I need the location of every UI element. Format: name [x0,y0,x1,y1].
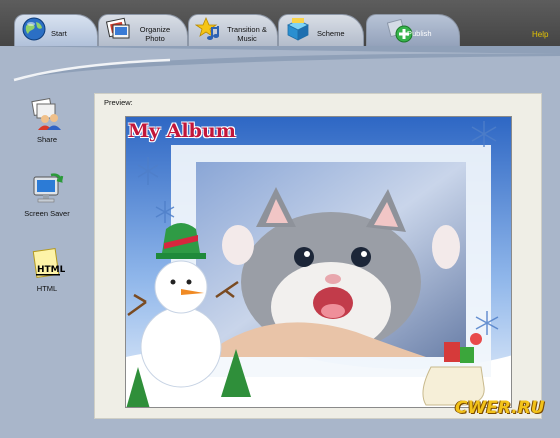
svg-text:HTML: HTML [37,265,65,275]
help-link[interactable]: Help [532,30,548,39]
tab-transition-music[interactable]: Transition & Music [188,14,278,46]
music-star-icon [195,16,219,40]
sidebar-item-share-label: Share [36,135,57,144]
header-swoosh-decoration [0,46,560,82]
screen-saver-icon [33,173,64,203]
sidebar-item-screen-saver-label: Screen Saver [24,209,70,218]
tab-start[interactable]: Start [14,14,98,46]
tab-organize-photo-label: Organize Photo [139,25,171,43]
scheme-icon [287,18,309,41]
preview-label: Preview: [104,98,133,107]
tab-scheme[interactable]: Scheme [278,14,364,46]
sidebar-item-screen-saver[interactable]: Screen Saver [12,171,82,218]
globe-icon [22,17,46,41]
sidebar-item-html-label: HTML [36,284,58,293]
share-icon [31,97,61,130]
tab-publish[interactable]: Publish [366,14,460,46]
sidebar-item-share[interactable]: Share [12,97,82,144]
album-title: My Album [128,120,236,142]
photo-icon [105,17,130,39]
tab-start-label: Start [51,29,67,38]
album-preview-image [126,117,511,407]
tab-publish-label: Publish [407,29,432,38]
album-preview [125,116,512,408]
tab-organize-photo[interactable]: Organize Photo [98,14,188,46]
watermark-logo: CWER.RU [455,398,545,418]
tab-transition-music-label: Transition & Music [227,25,267,43]
tab-scheme-label: Scheme [317,29,345,38]
sidebar-item-html[interactable]: HTML HTML [12,246,82,293]
html-icon: HTML [32,248,65,278]
